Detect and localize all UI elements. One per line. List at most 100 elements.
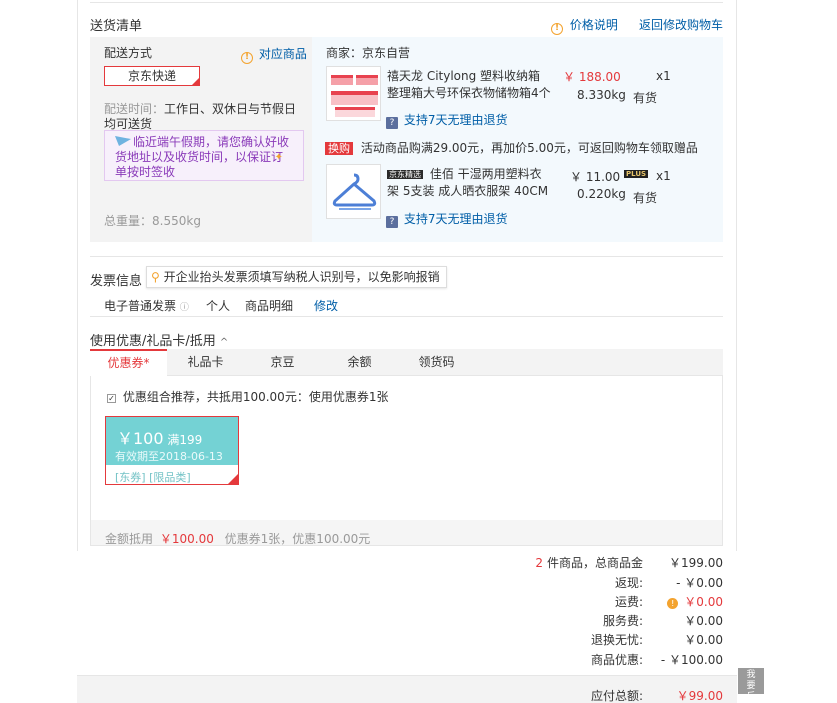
summary-payable: ￥99.00: [676, 689, 723, 703]
discount-tabs: 优惠券* 礼品卡 京豆 余额 领货码: [90, 349, 723, 376]
shipping-option-jd-express[interactable]: 京东快递: [104, 66, 200, 86]
invoice-info-icon[interactable]: ⓘ: [180, 303, 189, 313]
item-2-stock: 有货: [633, 191, 658, 205]
summary-count-row: 2 件商品，总商品金: [535, 554, 643, 571]
total-weight: 总重量：8.550kg: [104, 212, 201, 229]
info-icon: !: [551, 23, 563, 35]
applicable-goods-label[interactable]: 对应商品: [259, 47, 307, 61]
divider: [90, 316, 723, 317]
holiday-notice: 临近端午假期，请您确认好收货地址以及收货时间，以保证订单按时签收 ✦: [104, 130, 304, 181]
item-2-weight: 0.220kg: [577, 187, 626, 201]
promo-row: 换购 活动商品购满29.00元，再加价5.00元，可返回购物车领取赠品: [325, 139, 698, 156]
coupon-footer-row: 金额抵用 ￥100.00 优惠券1张，优惠100.00元: [105, 530, 370, 547]
coupon-value: ￥100 满199: [117, 425, 202, 449]
summary-cashback: - ￥0.00: [676, 576, 723, 590]
coupon-footer-detail: 优惠券1张，优惠100.00元: [224, 532, 371, 546]
total-weight-label: 总重量：: [104, 214, 153, 228]
summary-discount-label: 商品优惠:: [590, 653, 643, 667]
shipping-info-icon[interactable]: !: [667, 598, 679, 609]
summary-return-fee: ￥0.00: [684, 633, 723, 647]
invoice-content: 商品明细: [245, 299, 294, 313]
item-1-return-policy[interactable]: ? 支持7天无理由退货: [386, 111, 507, 129]
price-note-link[interactable]: ! 价格说明: [551, 16, 618, 35]
coupon-condition: 满199: [167, 433, 203, 447]
divider: [90, 2, 723, 3]
seller: 商家：京东自营: [326, 44, 410, 61]
storage-box-image: [331, 75, 378, 117]
summary-cashback-label: 返现:: [614, 576, 643, 590]
invoice-tip-text: 开企业抬头发票须填写纳税人识别号，以免影响报销: [163, 270, 440, 284]
tab-balance[interactable]: 余额: [321, 349, 398, 376]
coupon-card[interactable]: ￥100 满199 有效期至2018-06-13 [东券] [限品类]: [105, 416, 239, 485]
summary-shipping: ￥0.00: [684, 595, 723, 609]
invoice-tip: ⚲ 开企业抬头发票须填写纳税人识别号，以免影响报销: [146, 266, 447, 288]
summary-count: 2: [535, 556, 543, 570]
location-pin-icon: ⚲: [151, 270, 160, 284]
seller-label: 商家：: [326, 46, 363, 60]
coupon-face: ￥100 满199 有效期至2018-06-13: [106, 417, 238, 465]
item-2-return-policy[interactable]: ? 支持7天无理由退货: [386, 210, 507, 228]
promo-badge: 换购: [325, 142, 353, 155]
tab-jd-beans[interactable]: 京豆: [244, 349, 321, 376]
coupon-selected-corner-icon: [228, 474, 238, 484]
coupon-tags: [东券] [限品类]: [115, 471, 191, 484]
coupon-amount: ￥100: [117, 429, 164, 448]
feedback-label: 我要反馈: [746, 670, 756, 702]
discount-toggle[interactable]: 使用优惠/礼品卡/抵用 ^: [90, 330, 228, 349]
info-icon: !: [241, 52, 253, 64]
item-2-brand-tag: 京东精选: [387, 170, 423, 179]
hanger-image: [332, 173, 377, 210]
coupon-recommend[interactable]: ✓ 优惠组合推荐，共抵用100.00元：使用优惠券1张: [107, 388, 388, 405]
promo-text: 活动商品购满29.00元，再加价5.00元，可返回购物车领取赠品: [360, 141, 698, 155]
holiday-notice-text: 临近端午假期，请您确认好收货地址以及收货时间，以保证订单按时签收: [115, 135, 290, 179]
summary-service-label: 服务费:: [602, 614, 643, 628]
notice-flag-icon: [115, 136, 131, 146]
coupon-recommend-text: 优惠组合推荐，共抵用100.00元：使用优惠券1张: [122, 390, 389, 404]
shipping-option-label: 京东快递: [127, 69, 176, 83]
item-1-return-label[interactable]: 支持7天无理由退货: [404, 113, 508, 127]
item-1-title[interactable]: 禧天龙 Citylong 塑料收纳箱整理箱大号环保衣物储物箱4个: [387, 68, 552, 102]
invoice-title: 发票信息: [90, 274, 143, 289]
summary-discount: - ￥100.00: [660, 653, 723, 667]
back-to-cart-link[interactable]: 返回修改购物车: [639, 16, 723, 33]
invoice-edit-link[interactable]: 修改: [314, 297, 338, 314]
summary-goods-total: ￥199.00: [669, 556, 723, 570]
item-1-thumbnail[interactable]: [326, 66, 381, 121]
feedback-side-tab[interactable]: 我要反馈: [738, 668, 764, 702]
delivery-time-label: 配送时间：: [104, 102, 165, 116]
item-2-thumbnail[interactable]: [326, 164, 381, 219]
delivery-method-label: 配送方式: [104, 46, 153, 60]
coupon-footer-amount: ￥100.00: [159, 532, 214, 546]
summary-count-suffix: 件商品，总商品金: [546, 556, 643, 570]
recommend-checkbox[interactable]: ✓: [107, 394, 116, 403]
invoice-type: 电子普通发票 ⓘ: [104, 297, 189, 314]
item-2-price: ￥ 11.00: [570, 170, 621, 184]
selected-corner-icon: [192, 78, 199, 85]
applicable-goods-link[interactable]: ! 对应商品: [241, 45, 307, 64]
total-weight-value: 8.550kg: [152, 214, 201, 228]
summary-payable-label: 应付总额:: [590, 689, 643, 703]
item-1-qty: x1: [656, 69, 671, 83]
divider: [90, 256, 723, 257]
summary-return-label: 退换无忧:: [590, 633, 643, 647]
sparkle-icon: ✦: [274, 152, 283, 163]
discount-title: 使用优惠/礼品卡/抵用: [90, 334, 216, 349]
item-2-title-wrap[interactable]: 京东精选 佳佰 干湿两用塑料衣架 5支装 成人晒衣服架 40CM: [387, 166, 552, 200]
summary-shipping-label: 运费:: [614, 595, 643, 609]
item-1-stock: 有货: [633, 91, 658, 105]
tab-gift-card[interactable]: 礼品卡: [167, 349, 244, 376]
summary-service: ￥0.00: [684, 614, 723, 628]
item-1-price: ￥ 188.00: [563, 70, 621, 84]
price-note-label[interactable]: 价格说明: [570, 18, 618, 32]
tab-coupon[interactable]: 优惠券*: [90, 349, 167, 376]
delivery-time: 配送时间：工作日、双休日与节假日均可送货: [104, 102, 304, 132]
plus-badge: PLUS: [624, 170, 649, 178]
tab-pickup-code[interactable]: 领货码: [398, 349, 475, 376]
item-2-return-label[interactable]: 支持7天无理由退货: [404, 212, 508, 226]
invoice-holder: 个人: [206, 299, 231, 313]
coupon-footer-label: 金额抵用: [105, 532, 154, 546]
coupon-expiry: 有效期至2018-06-13: [115, 450, 223, 463]
chevron-up-icon: ^: [219, 337, 229, 348]
return-policy-icon: ?: [386, 216, 398, 228]
return-policy-icon: ?: [386, 117, 398, 129]
